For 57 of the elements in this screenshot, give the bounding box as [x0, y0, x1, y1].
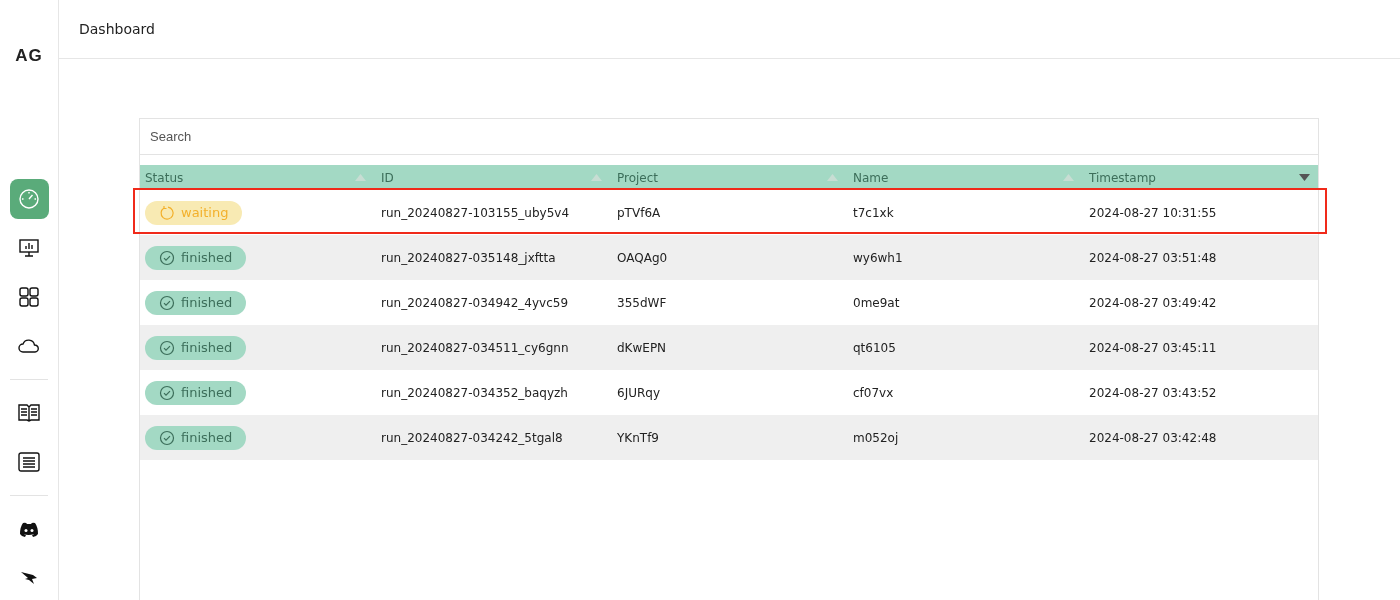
name-cell: 0me9at	[853, 295, 900, 310]
grid-icon	[18, 286, 40, 308]
timestamp-cell: 2024-08-27 03:49:42	[1089, 295, 1217, 310]
column-header[interactable]: Name	[848, 165, 1084, 190]
timestamp-cell: 2024-08-27 10:31:55	[1089, 205, 1217, 220]
id-cell: run_20240827-034511_cy6gnn	[381, 340, 569, 355]
table-row[interactable]: finished run_20240827-034242_5tgal8 YKnTf9 m052oj 2024-08-27 03:42:48	[140, 415, 1318, 460]
timestamp-cell: 2024-08-27 03:51:48	[1089, 250, 1217, 265]
table-row[interactable]: finished run_20240827-034511_cy6gnn dKwEPN qt6105 2024-08-27 03:45:11	[140, 325, 1318, 370]
column-header[interactable]: Timestamp	[1084, 165, 1320, 190]
check-circle-icon	[159, 249, 175, 266]
id-cell: run_20240827-034242_5tgal8	[381, 430, 563, 445]
cloud-icon	[18, 338, 40, 354]
check-circle-icon	[159, 384, 175, 401]
id-cell: run_20240827-034352_baqyzh	[381, 385, 568, 400]
project-cell: YKnTf9	[617, 430, 659, 445]
status-badge: finished	[145, 380, 247, 405]
name-cell: t7c1xk	[853, 205, 894, 220]
id-cell: run_20240827-103155_uby5v4	[381, 205, 570, 220]
status-badge: finished	[145, 425, 247, 450]
open-book-icon	[18, 403, 40, 423]
gauge-nav-button[interactable]	[9, 179, 49, 219]
check-circle-icon	[159, 429, 175, 446]
table-row[interactable]: finished run_20240827-034352_baqyzh 6JURqy cf07vx 2024-08-27 03:43:52	[140, 370, 1318, 415]
status-badge: finished	[145, 245, 247, 270]
presentation-chart-icon	[18, 237, 40, 259]
table-row[interactable]: finished run_20240827-034942_4yvc59 355dWF 0me9at 2024-08-27 03:49:42	[140, 280, 1318, 325]
status-badge: waiting	[145, 200, 243, 225]
project-cell: 355dWF	[617, 295, 667, 310]
status-badge: finished	[145, 290, 247, 315]
name-cell: qt6105	[853, 340, 896, 355]
column-header[interactable]: Project	[612, 165, 848, 190]
check-circle-icon	[159, 294, 175, 311]
timestamp-cell: 2024-08-27 03:43:52	[1089, 385, 1217, 400]
game-controller-icon	[19, 521, 39, 537]
gauge-icon	[18, 188, 40, 210]
logo: AG	[15, 46, 43, 66]
status-badge: finished	[145, 335, 247, 360]
timestamp-cell: 2024-08-27 03:42:48	[1089, 430, 1217, 445]
timestamp-cell: 2024-08-27 03:45:11	[1089, 340, 1217, 355]
project-cell: pTVf6A	[617, 205, 661, 220]
name-cell: m052oj	[853, 430, 899, 445]
name-cell: wy6wh1	[853, 250, 903, 265]
project-cell: 6JURqy	[617, 385, 660, 400]
page-title: Dashboard	[79, 21, 155, 37]
name-cell: cf07vx	[853, 385, 894, 400]
check-circle-icon	[159, 339, 175, 356]
column-header[interactable]: ID	[376, 165, 612, 190]
table-row[interactable]: waiting run_20240827-103155_uby5v4 pTVf6A t7c1xk 2024-08-27 10:31:55	[140, 190, 1318, 235]
column-header[interactable]: Status	[140, 165, 376, 190]
id-cell: run_20240827-035148_jxftta	[381, 250, 556, 265]
list-icon	[18, 452, 40, 472]
project-cell: OAQAg0	[617, 250, 668, 265]
table-row[interactable]: finished run_20240827-035148_jxftta OAQAg0 wy6wh1 2024-08-27 03:51:48	[140, 235, 1318, 280]
project-cell: dKwEPN	[617, 340, 667, 355]
refresh-icon	[159, 204, 175, 221]
id-cell: run_20240827-034942_4yvc59	[381, 295, 569, 310]
